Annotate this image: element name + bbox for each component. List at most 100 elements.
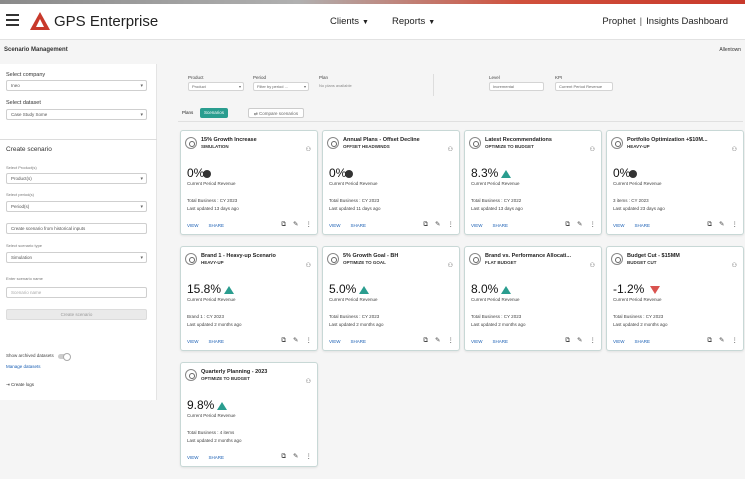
share-people-icon[interactable]: ⚇ <box>306 262 311 269</box>
copy-icon[interactable]: ⧉ <box>281 453 286 460</box>
share-button[interactable]: SHARE <box>209 455 225 460</box>
dataset-select[interactable]: Case Study Some ▾ <box>6 109 147 120</box>
prophet-link[interactable]: Prophet <box>602 16 635 27</box>
more-vertical-icon[interactable]: ⋮ <box>590 337 597 344</box>
view-button[interactable]: VIEW <box>471 339 483 344</box>
scenario-percent: 8.0% <box>471 282 499 296</box>
filter-product-select[interactable]: Product ▾ <box>188 82 244 91</box>
nav-clients-menu[interactable]: Clients ▼ <box>330 16 369 27</box>
copy-icon[interactable]: ⧉ <box>565 337 570 344</box>
copy-icon[interactable]: ⧉ <box>707 337 712 344</box>
manage-datasets-link[interactable]: Manage datasets <box>6 364 41 369</box>
more-vertical-icon[interactable]: ⋮ <box>448 221 455 228</box>
chevron-down-icon: ▾ <box>140 112 143 118</box>
filter-plan-value: No plans available <box>319 83 352 88</box>
filter-kpi-select[interactable]: Current Period Revenue <box>555 82 613 91</box>
share-button[interactable]: SHARE <box>493 339 509 344</box>
share-button[interactable]: SHARE <box>635 223 651 228</box>
share-people-icon[interactable]: ⚇ <box>590 146 595 153</box>
more-vertical-icon[interactable]: ⋮ <box>732 221 739 228</box>
edit-icon[interactable]: ✎ <box>293 453 298 460</box>
scenario-card[interactable]: Portfolio Optimization +$10M... HEAVY-UP… <box>606 130 744 235</box>
scenario-card[interactable]: Brand vs. Performance Allocati... FLAT B… <box>464 246 602 351</box>
share-button[interactable]: SHARE <box>351 223 367 228</box>
filter-period-select[interactable]: Filter by period ... ▾ <box>253 82 309 91</box>
tab-plans[interactable]: Plans <box>178 108 197 118</box>
historical-import-input[interactable]: Create scenario from historical inputs <box>6 223 147 234</box>
logout-link[interactable]: ⇥ Create logs <box>6 382 34 388</box>
scenario-metric: Current Period Revenue <box>471 181 520 186</box>
product-select[interactable]: Product(s) ▾ <box>6 173 147 184</box>
share-people-icon[interactable]: ⚇ <box>732 146 737 153</box>
scenario-type-select[interactable]: Simulation ▾ <box>6 252 147 263</box>
copy-icon[interactable]: ⧉ <box>707 221 712 228</box>
edit-icon[interactable]: ✎ <box>435 337 440 344</box>
scenario-subtitle: OPTIMIZE TO BUDGET <box>485 144 534 149</box>
copy-icon[interactable]: ⧉ <box>423 221 428 228</box>
share-people-icon[interactable]: ⚇ <box>448 262 453 269</box>
edit-icon[interactable]: ✎ <box>577 337 582 344</box>
scenario-updated: Last updated 13 days ago <box>187 206 239 211</box>
share-people-icon[interactable]: ⚇ <box>306 378 311 385</box>
scenario-type-label: Select scenario type <box>6 243 43 248</box>
copy-icon[interactable]: ⧉ <box>423 337 428 344</box>
share-people-icon[interactable]: ⚇ <box>590 262 595 269</box>
view-button[interactable]: VIEW <box>187 223 199 228</box>
scenario-scope: Total Business : CY 2023 <box>613 314 664 319</box>
scenario-card[interactable]: Latest Recommendations OPTIMIZE TO BUDGE… <box>464 130 602 235</box>
scenario-card[interactable]: Quarterly Planning - 2023 OPTIMIZE TO BU… <box>180 362 318 467</box>
card-icon-actions: ⧉ ✎ ⋮ <box>558 220 596 229</box>
scenario-name-input[interactable]: Scenario name <box>6 287 147 298</box>
edit-icon[interactable]: ✎ <box>293 221 298 228</box>
compare-scenarios-button[interactable]: ⇄ Compare scenarios <box>248 108 305 118</box>
hamburger-menu-icon[interactable] <box>6 14 19 26</box>
more-vertical-icon[interactable]: ⋮ <box>306 337 313 344</box>
view-button[interactable]: VIEW <box>187 339 199 344</box>
view-button[interactable]: VIEW <box>187 455 199 460</box>
edit-icon[interactable]: ✎ <box>293 337 298 344</box>
filter-level-select[interactable]: Incremental <box>489 82 544 91</box>
edit-icon[interactable]: ✎ <box>435 221 440 228</box>
share-people-icon[interactable]: ⚇ <box>448 146 453 153</box>
share-button[interactable]: SHARE <box>351 339 367 344</box>
share-button[interactable]: SHARE <box>635 339 651 344</box>
tab-scenarios[interactable]: Scenarios <box>200 108 229 118</box>
scenario-card[interactable]: Annual Plans - Offset Decline OFFSET HEA… <box>322 130 460 235</box>
period-select[interactable]: Period(s) ▾ <box>6 201 147 212</box>
scenario-card[interactable]: Brand 1 - Heavy-up Scenario HEAVY-UP ⚇ 1… <box>180 246 318 351</box>
company-select-value: Ineo <box>11 83 20 88</box>
more-vertical-icon[interactable]: ⋮ <box>732 337 739 344</box>
view-button[interactable]: VIEW <box>329 339 341 344</box>
share-button[interactable]: SHARE <box>209 339 225 344</box>
share-button[interactable]: SHARE <box>493 223 509 228</box>
insights-dashboard-link[interactable]: Insights Dashboard <box>646 16 728 27</box>
more-vertical-icon[interactable]: ⋮ <box>306 453 313 460</box>
scenario-title: Annual Plans - Offset Decline <box>343 137 420 143</box>
share-button[interactable]: SHARE <box>209 223 225 228</box>
edit-icon[interactable]: ✎ <box>719 337 724 344</box>
archived-datasets-toggle[interactable] <box>58 353 71 361</box>
more-vertical-icon[interactable]: ⋮ <box>306 221 313 228</box>
view-button[interactable]: VIEW <box>613 223 625 228</box>
share-people-icon[interactable]: ⚇ <box>306 146 311 153</box>
edit-icon[interactable]: ✎ <box>577 221 582 228</box>
scenario-card[interactable]: 15% Growth Increase SIMULATION ⚇ 0% Curr… <box>180 130 318 235</box>
copy-icon[interactable]: ⧉ <box>281 337 286 344</box>
view-button[interactable]: VIEW <box>613 339 625 344</box>
nav-reports-menu[interactable]: Reports ▼ <box>392 16 435 27</box>
share-people-icon[interactable]: ⚇ <box>732 262 737 269</box>
scenario-name-label: Enter scenario name <box>6 276 43 281</box>
company-select[interactable]: Ineo ▾ <box>6 80 147 91</box>
more-vertical-icon[interactable]: ⋮ <box>590 221 597 228</box>
view-button[interactable]: VIEW <box>329 223 341 228</box>
logout-icon: ⇥ <box>6 382 10 387</box>
scenario-updated: Last updated 11 days ago <box>329 206 381 211</box>
view-button[interactable]: VIEW <box>471 223 483 228</box>
more-vertical-icon[interactable]: ⋮ <box>448 337 455 344</box>
edit-icon[interactable]: ✎ <box>719 221 724 228</box>
create-scenario-button[interactable]: Create scenario <box>6 309 147 320</box>
copy-icon[interactable]: ⧉ <box>281 221 286 228</box>
scenario-card[interactable]: 5% Growth Goal - BH OPTIMIZE TO GOAL ⚇ 5… <box>322 246 460 351</box>
scenario-card[interactable]: Budget Cut - $15MM BUDGET CUT ⚇ -1.2% Cu… <box>606 246 744 351</box>
copy-icon[interactable]: ⧉ <box>565 221 570 228</box>
